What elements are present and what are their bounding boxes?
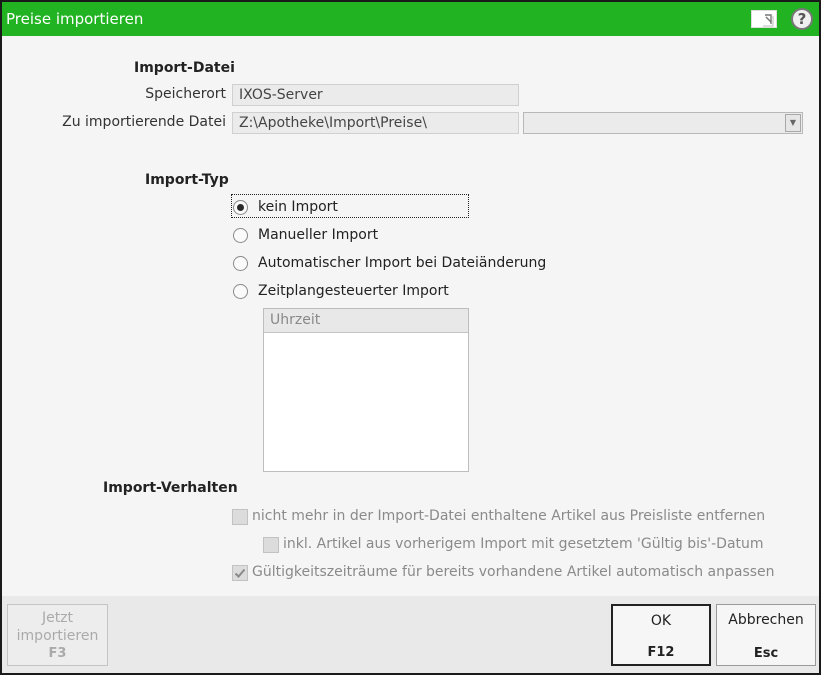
title-bar: Preise importieren ? <box>2 2 819 36</box>
datei-field[interactable]: Z:\Apotheke\Import\Preise\ <box>232 112 519 134</box>
radio-button[interactable] <box>233 228 248 243</box>
radio-button[interactable] <box>233 284 248 299</box>
chevron-down-icon[interactable]: ▼ <box>785 114 801 132</box>
uhrzeit-column-header[interactable]: Uhrzeit <box>264 309 468 333</box>
dialog-window: Preise importieren ? Import-Datei Speich… <box>0 0 821 675</box>
schedule-listbox[interactable]: Uhrzeit <box>263 308 469 472</box>
window-arrow-icon[interactable] <box>751 10 777 28</box>
import-datei-heading: Import-Datei <box>134 60 235 76</box>
import-typ-heading: Import-Typ <box>145 172 229 188</box>
ok-label: OK <box>650 613 672 629</box>
radio-button[interactable] <box>233 256 248 271</box>
cancel-shortcut: Esc <box>753 646 779 661</box>
import-now-shortcut: F3 <box>48 646 67 661</box>
import-now-button[interactable]: Jetzt importieren F3 <box>7 604 108 666</box>
checkbox-label: Gültigkeitszeiträume für bereits vorhand… <box>252 564 775 580</box>
radio-label: Manueller Import <box>258 227 379 243</box>
help-label: ? <box>797 10 807 28</box>
checkbox[interactable] <box>263 537 279 553</box>
checkbox-label: inkl. Artikel aus vorherigem Import mit … <box>283 536 764 552</box>
import-verhalten-heading: Import-Verhalten <box>103 480 238 496</box>
cancel-button[interactable]: Abbrechen Esc <box>716 604 816 666</box>
checkbox[interactable] <box>232 565 248 581</box>
window-title: Preise importieren <box>6 10 144 28</box>
checkbox-label: nicht mehr in der Import-Datei enthalten… <box>252 508 766 524</box>
radio-label: Automatischer Import bei Dateiänderung <box>258 255 547 271</box>
dialog-content: Import-Datei Speicherort IXOS-Server Zu … <box>2 36 819 596</box>
check-icon <box>234 568 246 578</box>
help-icon[interactable]: ? <box>791 8 813 30</box>
button-bar: Jetzt importieren F3 OK F12 Abbrechen Esc <box>2 596 819 673</box>
checkbox[interactable] <box>232 509 248 525</box>
speicherort-label: Speicherort <box>145 86 226 102</box>
radio-label: kein Import <box>258 199 338 215</box>
radio-button[interactable] <box>233 200 248 215</box>
ok-button[interactable]: OK F12 <box>611 604 711 666</box>
datei-label: Zu importierende Datei <box>62 114 226 130</box>
datei-combobox[interactable]: ▼ <box>523 112 803 134</box>
speicherort-field: IXOS-Server <box>232 84 519 106</box>
import-now-line2: importieren <box>16 628 99 644</box>
radio-label: Zeitplangesteuerter Import <box>258 283 449 299</box>
cancel-label: Abbrechen <box>728 612 804 628</box>
ok-shortcut: F12 <box>647 645 675 660</box>
import-now-line1: Jetzt <box>41 610 74 626</box>
